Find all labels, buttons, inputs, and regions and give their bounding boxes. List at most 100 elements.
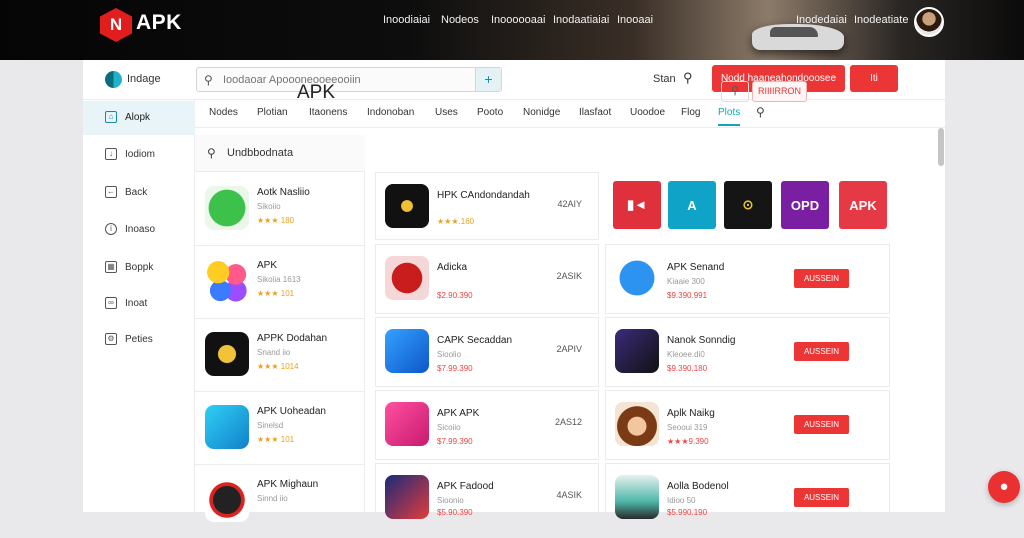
back-icon: ← — [105, 186, 117, 198]
sidebar-item-label: Inoat — [125, 298, 148, 309]
featured-tile[interactable]: ⊙ — [724, 181, 772, 229]
tab-search-icon[interactable]: ⚲ — [756, 105, 765, 119]
app-name: Aotk Nasliio — [257, 187, 310, 198]
sidebar-item-settings[interactable]: ⚙ Peties — [83, 323, 195, 357]
top-nav-item[interactable]: Inooaai — [617, 14, 653, 26]
app-price: $5.990.190 — [667, 508, 708, 517]
car-banner-image — [752, 24, 844, 50]
tab-item[interactable]: Uses — [435, 107, 458, 118]
sidebar-item-back[interactable]: ← Back — [83, 176, 195, 210]
link-icon: ∞ — [105, 297, 117, 309]
info-icon: i — [105, 223, 117, 235]
top-nav-item[interactable]: Inoooooaai — [491, 14, 545, 26]
user-avatar[interactable] — [914, 7, 944, 37]
app-card[interactable]: Nanok Sonndig Kleoee.di0 $9.390.180 AUSS… — [605, 317, 890, 387]
featured-tile[interactable]: APK — [839, 181, 887, 229]
tab-item[interactable]: Uoodoe — [630, 107, 665, 118]
search-input[interactable] — [221, 72, 451, 88]
tab-item[interactable]: Itaonens — [309, 107, 347, 118]
app-price: $7.99.390 — [437, 364, 473, 373]
app-card[interactable]: APK APK Sicoiio $7.99.390 2AS12 — [375, 390, 599, 460]
top-nav-item[interactable]: Inodaatiaiai — [553, 14, 609, 26]
app-icon — [205, 478, 249, 522]
apk-logo-icon[interactable]: N — [100, 8, 132, 42]
app-icon — [385, 184, 429, 228]
list-search[interactable]: ⚲ Undbbodnata — [195, 135, 365, 172]
featured-tile[interactable]: A — [668, 181, 716, 229]
app-icon — [615, 475, 659, 519]
main-filter-button[interactable]: RIIIIRRON — [752, 81, 807, 102]
list-item[interactable]: APK Mighaun Sinnd iio — [195, 465, 365, 538]
list-item[interactable]: Aotk Nasliio Sikoiio ★★★ 180 — [195, 173, 365, 246]
logo-text: APK — [136, 11, 182, 34]
scrollbar[interactable] — [938, 128, 944, 166]
sidebar-item-label: Inoaso — [125, 224, 156, 235]
app-icon — [205, 186, 249, 230]
app-sub: Kiaaie 300 — [667, 277, 705, 286]
app-card[interactable]: APK Fadood Sioonio $5.90.390 4ASIK — [375, 463, 599, 519]
list-item[interactable]: APK Uoheadan Sinelsd ★★★ 101 — [195, 392, 365, 465]
top-nav-right[interactable]: Inodedaiai — [796, 14, 847, 26]
install-button[interactable]: AUSSEIN — [794, 415, 849, 434]
tab-item[interactable]: Nonidge — [523, 107, 560, 118]
install-button[interactable]: AUSSEIN — [794, 488, 849, 507]
app-name: Adicka — [437, 262, 468, 273]
page-title: APK — [297, 82, 336, 103]
sidebar: ⌂ Alopk ↓ Iodiom ← Back i Inoaso ▦ Boppk… — [83, 100, 195, 512]
calendar-icon: ▦ — [105, 261, 117, 273]
app-icon — [615, 402, 659, 446]
app-rating: ★★★ 180 — [257, 216, 295, 225]
app-rating: ★★★ 1014 — [257, 362, 299, 371]
tab-item[interactable]: Nodes — [209, 107, 238, 118]
sidebar-item-home[interactable]: ⌂ Alopk — [83, 101, 195, 135]
sidebar-item-calendar[interactable]: ▦ Boppk — [83, 251, 195, 285]
tab-item[interactable]: Pooto — [477, 107, 503, 118]
app-card[interactable]: Aolla Bodenol Idioo 50 $5.990.190 AUSSEI… — [605, 463, 890, 519]
app-size: 2ASIK — [556, 271, 582, 281]
settings-icon: ⚙ — [105, 333, 117, 345]
chat-fab-button[interactable]: ● — [988, 471, 1020, 503]
add-icon[interactable]: + — [475, 68, 501, 91]
top-nav-item[interactable]: Inoodiaiai — [383, 14, 430, 26]
sidebar-item-download[interactable]: ↓ Iodiom — [83, 138, 195, 172]
sidebar-item-link[interactable]: ∞ Inoat — [83, 287, 195, 321]
app-icon — [205, 405, 249, 449]
app-size: 2APIV — [556, 344, 582, 354]
sidebar-item-label: Peties — [125, 334, 153, 345]
app-rating: ★★★ 101 — [257, 289, 295, 298]
app-sub: Sioolio — [437, 350, 462, 359]
featured-tile[interactable]: OPD — [781, 181, 829, 229]
tab-item[interactable]: Flog — [681, 107, 700, 118]
top-nav-right[interactable]: Inodeatiate — [854, 14, 908, 26]
tab-item-active[interactable]: Plots — [718, 107, 741, 126]
tab-item[interactable]: Ilasfaot — [579, 107, 611, 118]
app-card[interactable]: CAPK Secaddan Sioolio $7.99.390 2APIV — [375, 317, 599, 387]
app-card[interactable]: APK Senand Kiaaie 300 $9.390.991 AUSSEIN — [605, 244, 890, 314]
app-size: 4ASIK — [556, 490, 582, 500]
main-search-icon[interactable]: ⚲ — [721, 81, 749, 102]
app-card[interactable]: Aplk Naikg Seooui 319 ★★★9.390 AUSSEIN — [605, 390, 890, 460]
app-name: APK APK — [437, 408, 480, 419]
top-nav-item[interactable]: Nodeos — [441, 14, 479, 26]
app-sub: Idioo 50 — [667, 496, 696, 505]
app-name: APK Mighaun — [257, 479, 319, 490]
app-name: APK Fadood — [437, 481, 494, 492]
tab-item[interactable]: Plotian — [257, 107, 288, 118]
app-icon — [205, 259, 249, 303]
app-card[interactable]: Adicka $2.90.390 2ASIK — [375, 244, 599, 314]
secondary-action-button[interactable]: Iti — [850, 65, 898, 92]
app-card[interactable]: HPK CAndondandah ★★★.160 42AIY — [375, 172, 599, 240]
install-button[interactable]: AUSSEIN — [794, 269, 849, 288]
list-item[interactable]: APK Sikoiia 1613 ★★★ 101 — [195, 246, 365, 319]
search-bar[interactable]: ⚲ + — [196, 67, 502, 92]
brand-label: Indage — [127, 73, 161, 85]
install-button[interactable]: AUSSEIN — [794, 342, 849, 361]
list-search-text: Undbbodnata — [227, 147, 294, 159]
tab-item[interactable]: Indonoban — [367, 107, 414, 118]
header-search-icon[interactable]: ⚲ — [683, 70, 693, 86]
app-name: APK Uoheadan — [257, 406, 326, 417]
sidebar-item-info[interactable]: i Inoaso — [83, 213, 195, 247]
app-list: ⚲ Undbbodnata Aotk Nasliio Sikoiio ★★★ 1… — [195, 135, 365, 522]
featured-tile[interactable]: ▮◄ — [613, 181, 661, 229]
list-item[interactable]: APPK Dodahan Snand iio ★★★ 1014 — [195, 319, 365, 392]
